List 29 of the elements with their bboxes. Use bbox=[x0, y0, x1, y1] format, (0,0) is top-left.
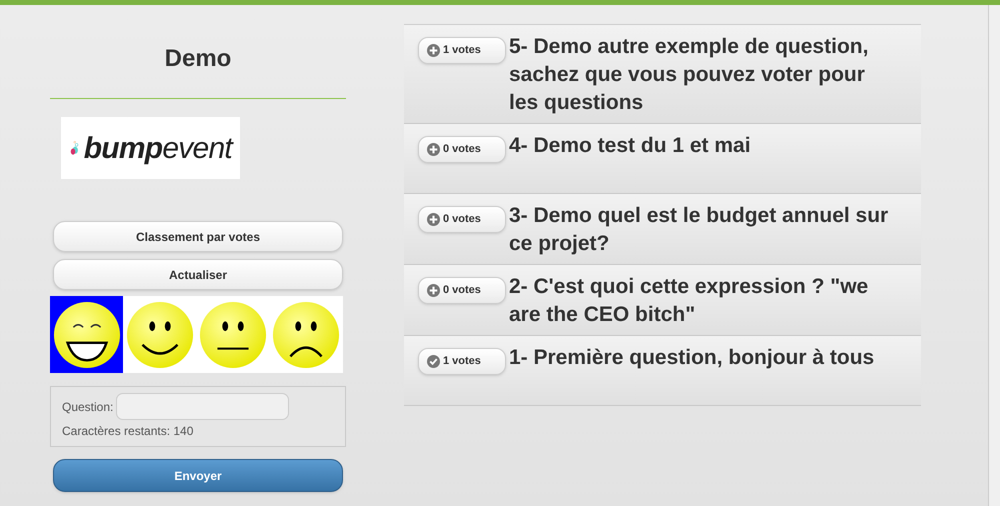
check-icon bbox=[427, 355, 440, 368]
question-label: Question: bbox=[62, 398, 114, 416]
vote-button[interactable]: 1 votes bbox=[418, 37, 506, 64]
vote-button[interactable]: 0 votes bbox=[418, 206, 506, 233]
logo-text: bumpevent bbox=[84, 130, 232, 166]
plus-icon bbox=[427, 284, 440, 297]
sad-face-icon bbox=[270, 300, 340, 370]
scrollbar[interactable] bbox=[988, 5, 1000, 506]
question-text: 2- C'est quoi cette expression ? "we are the CEO bitch" bbox=[509, 274, 870, 328]
vote-button[interactable]: 1 votes bbox=[418, 348, 506, 375]
vote-button[interactable]: 0 votes bbox=[418, 277, 506, 304]
plus-icon bbox=[427, 44, 440, 57]
smiling-face-icon bbox=[124, 300, 194, 370]
refresh-button[interactable]: Actualiser bbox=[53, 259, 343, 290]
question-text: 5- Demo autre exemple de question, sachez que vous pouvez voter pour les questions bbox=[509, 34, 870, 116]
submit-button[interactable]: Envoyer bbox=[53, 459, 343, 492]
question-input[interactable] bbox=[116, 393, 290, 420]
plus-icon bbox=[427, 213, 440, 226]
question-text: 4- Demo test du 1 et mai bbox=[509, 133, 752, 159]
vote-button[interactable]: 0 votes bbox=[418, 136, 506, 163]
question-text: 3- Demo quel est le budget annuel sur ce projet? bbox=[509, 203, 890, 257]
laughing-face-icon bbox=[52, 300, 122, 370]
neutral-face-icon bbox=[198, 300, 268, 370]
question-text: 1- Première question, bonjour à tous bbox=[509, 345, 876, 371]
plus-icon bbox=[427, 143, 440, 156]
mood-option[interactable] bbox=[50, 296, 123, 373]
page-title: Demo bbox=[164, 44, 232, 74]
remaining-characters: Caractères restants: 140 bbox=[62, 423, 194, 440]
sort-button[interactable]: Classement par votes bbox=[53, 221, 343, 252]
